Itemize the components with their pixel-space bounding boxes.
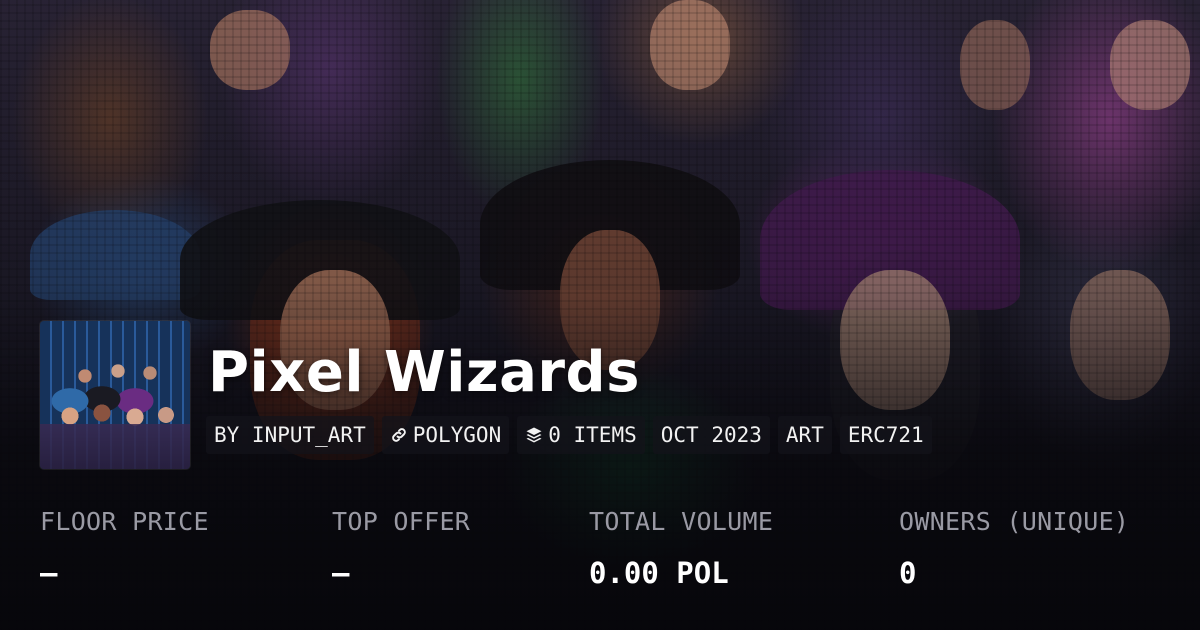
tag-standard-label: ERC721 (847, 423, 924, 447)
tag-creator-label: BY INPUT_ART (214, 423, 366, 447)
tag-category-label: ART (785, 423, 824, 447)
stat-owners: OWNERS (UNIQUE) 0 (899, 505, 1129, 591)
chain-link-icon (390, 426, 408, 444)
tag-chain[interactable]: POLYGON (381, 416, 510, 454)
stat-floor-price-value: – (40, 556, 58, 590)
collection-thumbnail (40, 321, 190, 469)
stat-total-volume: TOTAL VOLUME 0.00 POL (589, 505, 773, 591)
stat-owners-label: OWNERS (UNIQUE) (899, 507, 1130, 536)
stat-total-volume-label: TOTAL VOLUME (589, 507, 774, 536)
stat-top-offer-label: TOP OFFER (332, 507, 471, 536)
tag-items-label: 0 ITEMS (548, 423, 637, 447)
collection-title: Pixel Wizards (208, 340, 640, 405)
tag-date-label: OCT 2023 (660, 423, 762, 447)
stat-top-offer: TOP OFFER – (332, 505, 470, 591)
tag-chain-label: POLYGON (412, 423, 502, 447)
collection-tags: BY INPUT_ART POLYGON 0 ITEMS OCT 2023 AR… (206, 416, 932, 454)
tag-creator[interactable]: BY INPUT_ART (206, 416, 374, 454)
stat-total-volume-value: 0.00 POL (589, 556, 729, 590)
tag-standard: ERC721 (839, 416, 932, 454)
stat-owners-value: 0 (899, 556, 917, 590)
stat-floor-price-label: FLOOR PRICE (40, 507, 209, 536)
tag-items[interactable]: 0 ITEMS (517, 416, 645, 454)
tag-date: OCT 2023 (652, 416, 770, 454)
stat-floor-price: FLOOR PRICE – (40, 505, 209, 591)
tag-category[interactable]: ART (777, 416, 832, 454)
stack-layers-icon (525, 426, 543, 444)
stat-top-offer-value: – (332, 556, 350, 590)
